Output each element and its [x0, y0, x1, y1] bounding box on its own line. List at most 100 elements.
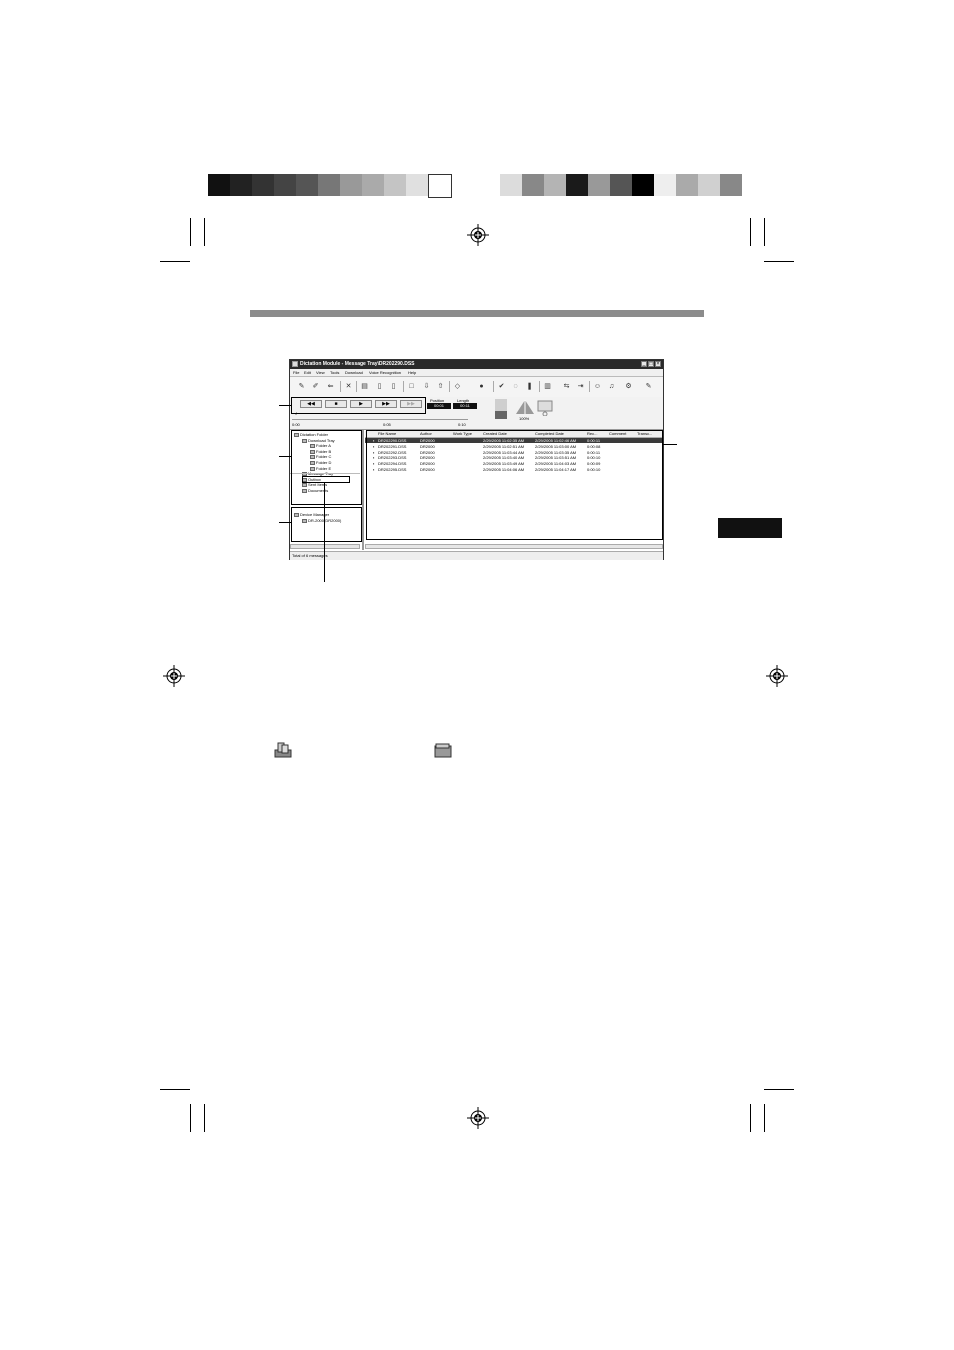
color-swatch: [274, 174, 296, 196]
volume-meter-icon[interactable]: [495, 399, 511, 419]
color-swatch: [252, 174, 274, 196]
transfer-icon[interactable]: ⇆: [561, 381, 572, 392]
maximize-button[interactable]: □: [648, 361, 654, 367]
menu-file[interactable]: File: [293, 370, 299, 375]
crop-mark: [160, 1089, 190, 1090]
crop-mark: [764, 261, 794, 262]
callout-box-list: [366, 430, 663, 540]
speed-triangle-icon[interactable]: [516, 400, 534, 414]
color-swatch: [544, 174, 566, 196]
status-bar: Total of 6 messages: [290, 551, 663, 560]
registration-mark-icon: [163, 665, 185, 687]
color-swatch: [406, 174, 428, 196]
bar-chart-icon[interactable]: ▥: [542, 381, 553, 392]
properties-icon[interactable]: ▤: [359, 381, 370, 392]
color-swatch: [384, 174, 406, 196]
registration-mark-icon: [467, 1107, 489, 1129]
color-swatch: [654, 174, 676, 196]
color-swatch: [208, 174, 230, 196]
voice-icon[interactable]: ♫: [606, 381, 617, 392]
upload-icon[interactable]: ⇧: [435, 381, 446, 392]
folder-icon: [434, 743, 452, 758]
scale-start: 0:00: [292, 422, 300, 427]
color-swatch: [522, 174, 544, 196]
tree-scrollbar[interactable]: [290, 544, 360, 549]
crop-mark: [204, 1104, 205, 1132]
color-swatch: [720, 174, 742, 196]
color-swatch: [340, 174, 362, 196]
window-title: Dictation Module - Message Tray\DR202290…: [300, 361, 415, 367]
color-swatch: [296, 174, 318, 196]
tag-icon[interactable]: ◇: [452, 381, 463, 392]
registration-mark-icon: [766, 665, 788, 687]
toolbar: ✎ ✐ ⇐ ✕ ▤ ▯ ▯ □ ⇩ ⇧ ◇ ● ✔ ◌ ❚ ▥ ⇆ ⇥ ☺ ♫ …: [290, 377, 663, 398]
close-button[interactable]: ×: [655, 361, 661, 367]
color-swatch: [318, 174, 340, 196]
callout-line: [279, 522, 291, 523]
pause-icon[interactable]: ❚: [524, 381, 535, 392]
menu-help[interactable]: Help: [408, 370, 416, 375]
lock-icon[interactable]: ◌: [510, 381, 521, 392]
minimize-button[interactable]: _: [641, 361, 647, 367]
help-icon[interactable]: ✎: [643, 381, 654, 392]
menu-view[interactable]: View: [316, 370, 325, 375]
callout-box-message-tray: [302, 476, 350, 483]
crop-mark: [190, 1104, 191, 1132]
menu-bar: File Edit View Tools Download Voice Reco…: [290, 369, 663, 377]
callout-line: [279, 405, 291, 406]
callout-line: [663, 444, 677, 445]
noise-cancel-icon[interactable]: [537, 400, 553, 416]
color-swatch: [698, 174, 720, 196]
registration-mark-icon: [467, 224, 489, 246]
crop-mark: [160, 261, 190, 262]
menu-download[interactable]: Download: [345, 370, 363, 375]
check-icon[interactable]: ✔: [496, 381, 507, 392]
move-icon[interactable]: ▯: [374, 381, 385, 392]
title-bar: Dictation Module - Message Tray\DR202290…: [290, 360, 663, 369]
delete-icon[interactable]: ✕: [343, 381, 354, 392]
position-display: 00:01: [427, 403, 451, 409]
app-icon: [292, 361, 298, 367]
settings-icon[interactable]: ⚙: [623, 381, 634, 392]
edit-icon[interactable]: ✐: [310, 381, 321, 392]
crop-mark: [750, 1104, 751, 1132]
new-window-icon[interactable]: □: [406, 381, 417, 392]
header-rule: [250, 310, 704, 317]
color-swatch: [566, 174, 588, 196]
color-swatch: [230, 174, 252, 196]
user-icon[interactable]: ☺: [592, 381, 603, 392]
zoom-label: 100%: [519, 416, 530, 421]
list-scrollbar[interactable]: [365, 544, 663, 549]
crop-mark: [204, 218, 205, 246]
callout-line: [324, 483, 325, 582]
color-swatch: [676, 174, 698, 196]
color-swatch: [362, 174, 384, 196]
crop-mark: [764, 218, 765, 246]
crop-mark: [764, 1104, 765, 1132]
color-swatch: [500, 174, 522, 196]
download-tray-icon: [274, 742, 292, 758]
color-swatch: [610, 174, 632, 196]
scale-mid: 0:05: [383, 422, 391, 427]
status-text: Total of 6 messages: [292, 553, 328, 558]
download-icon[interactable]: ⇩: [421, 381, 432, 392]
open-icon[interactable]: ✎: [296, 381, 307, 392]
globe-icon[interactable]: ●: [476, 381, 487, 392]
menu-voice-recognition[interactable]: Voice Recognition: [369, 370, 401, 375]
crop-mark: [750, 218, 751, 246]
forward-icon[interactable]: ⇐: [325, 381, 336, 392]
copy-icon[interactable]: ▯: [388, 381, 399, 392]
callout-box-device: [291, 507, 362, 542]
color-swatch: [588, 174, 610, 196]
callout-box-player: [291, 397, 426, 414]
menu-tools[interactable]: Tools: [330, 370, 339, 375]
crop-mark: [764, 1089, 794, 1090]
section-tab: [718, 518, 782, 538]
crop-mark: [190, 218, 191, 246]
playback-scale[interactable]: [292, 419, 468, 426]
menu-edit[interactable]: Edit: [304, 370, 311, 375]
color-swatch: [428, 174, 452, 198]
scale-end: 0:10: [458, 422, 466, 427]
length-display: 00:11: [453, 403, 477, 409]
exit-icon[interactable]: ⇥: [575, 381, 586, 392]
